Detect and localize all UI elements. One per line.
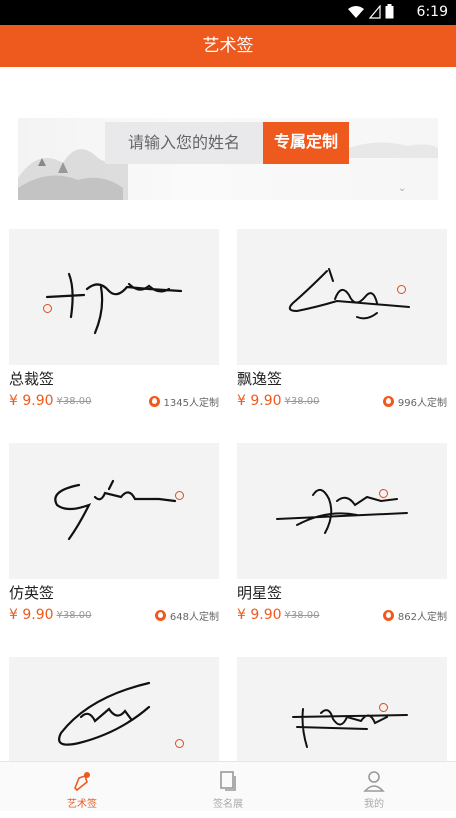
product-name: 飘逸签	[237, 370, 283, 388]
page-title: 艺术签	[0, 25, 456, 67]
seal-stamp	[397, 285, 406, 294]
fire-icon	[154, 609, 166, 621]
status-bar: 6:19	[0, 0, 456, 25]
name-input[interactable]: 请输入您的姓名	[105, 122, 263, 164]
product-meta: ¥ 9.90 ¥38.00 648人定制	[9, 604, 219, 626]
tab-art-signature[interactable]: 艺术签	[6, 762, 158, 812]
seal-stamp	[379, 703, 388, 712]
wifi-icon	[348, 5, 364, 18]
bottom-tab-bar: 艺术签 签名展 我的	[0, 761, 456, 811]
product-meta: ¥ 9.90 ¥38.00 862人定制	[237, 604, 447, 626]
pen-icon	[74, 772, 90, 792]
product-card[interactable]: 总裁签 ¥ 9.90 ¥38.00 1345人定制	[9, 229, 219, 412]
product-card[interactable]: 仿英签 ¥ 9.90 ¥38.00 648人定制	[9, 443, 219, 626]
signature-image	[9, 229, 219, 365]
chevron-down-icon: ⌄	[398, 183, 407, 194]
product-name: 明星签	[237, 584, 283, 602]
tab-gallery[interactable]: 签名展	[152, 762, 304, 812]
tab-mine[interactable]: 我的	[298, 762, 450, 812]
order-count-label: 1345人定制	[163, 397, 219, 409]
signature-drawing	[288, 268, 410, 320]
order-count: 1345人定制	[148, 394, 219, 409]
product-card[interactable]: 明星签 ¥ 9.90 ¥38.00 862人定制	[237, 443, 447, 626]
fire-icon	[382, 395, 394, 407]
signature-drawing	[276, 488, 408, 534]
signature-drawing	[45, 272, 183, 335]
product-name: 总裁签	[9, 370, 55, 388]
tab-label: 签名展	[213, 799, 243, 810]
seal-stamp	[175, 491, 184, 500]
status-icons	[347, 4, 394, 19]
seal-stamp	[379, 489, 388, 498]
user-icon	[363, 771, 385, 792]
order-count-label: 862人定制	[397, 611, 447, 623]
product-price: ¥ 9.90	[237, 607, 282, 623]
fire-icon	[148, 395, 160, 407]
tab-label: 我的	[364, 799, 384, 810]
product-old-price: ¥38.00	[56, 609, 92, 621]
product-card[interactable]: 飘逸签 ¥ 9.90 ¥38.00 996人定制	[237, 229, 447, 412]
signature-image	[237, 229, 447, 365]
seal-stamp	[43, 304, 52, 313]
signature-image	[9, 443, 219, 579]
order-count: 648人定制	[154, 608, 219, 623]
product-old-price: ¥38.00	[284, 609, 320, 621]
tab-label: 艺术签	[67, 799, 97, 810]
product-price: ¥ 9.90	[9, 393, 54, 409]
seal-stamp	[175, 739, 184, 748]
product-old-price: ¥38.00	[284, 395, 320, 407]
product-price: ¥ 9.90	[9, 607, 54, 623]
customize-button[interactable]: 专属定制	[263, 122, 349, 164]
signal-icon	[369, 4, 381, 19]
product-old-price: ¥38.00	[56, 395, 92, 407]
battery-icon	[385, 4, 394, 19]
signature-drawing	[54, 479, 177, 541]
order-count-label: 996人定制	[397, 397, 447, 409]
signature-image	[237, 443, 447, 579]
gallery-icon	[220, 771, 236, 791]
product-name: 仿英签	[9, 584, 55, 602]
order-count: 862人定制	[382, 608, 447, 623]
order-count: 996人定制	[382, 394, 447, 409]
status-time: 6:19	[416, 4, 448, 20]
order-count-label: 648人定制	[169, 611, 219, 623]
fire-icon	[382, 609, 394, 621]
product-meta: ¥ 9.90 ¥38.00 996人定制	[237, 390, 447, 412]
product-price: ¥ 9.90	[237, 393, 282, 409]
product-meta: ¥ 9.90 ¥38.00 1345人定制	[9, 390, 219, 412]
